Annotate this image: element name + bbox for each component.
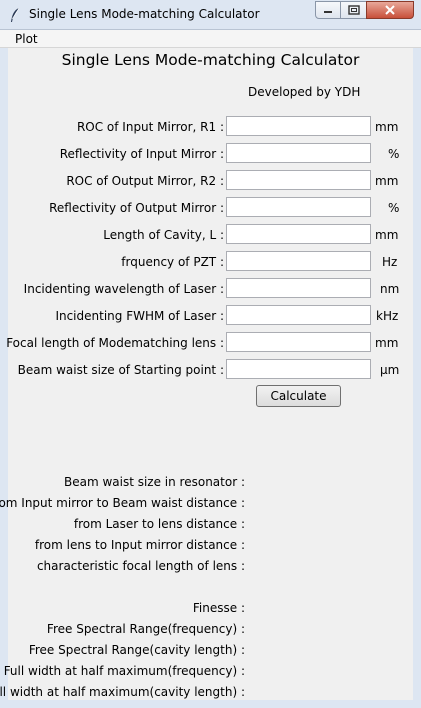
close-icon [385, 5, 395, 15]
maximize-icon [347, 5, 360, 15]
beam-waist-start-field[interactable] [226, 359, 371, 379]
reflectivity-input-field[interactable] [226, 143, 371, 163]
maximize-button[interactable] [340, 1, 367, 19]
minimize-icon [324, 11, 332, 13]
output-laser-to-lens: from Laser to lens distance : [73, 517, 245, 531]
menu-plot[interactable]: Plot [15, 32, 38, 46]
unit-lens-focal-length: mm [375, 336, 399, 350]
label-roc-r1: ROC of Input Mirror, R1 : [76, 120, 224, 134]
cavity-length-field[interactable] [226, 224, 371, 244]
window-title: Single Lens Mode-matching Calculator [29, 7, 260, 21]
unit-beam-waist-start: μm [380, 363, 400, 377]
unit-roc-r1: mm [375, 120, 399, 134]
unit-reflectivity-output: % [388, 201, 400, 215]
app-heading: Single Lens Mode-matching Calculator [61, 51, 360, 69]
label-reflectivity-input: Reflectivity of Input Mirror : [59, 147, 224, 161]
label-roc-r2: ROC of Output Mirror, R2 : [66, 174, 224, 188]
unit-pzt-frequency: Hz [382, 255, 398, 269]
calculate-button[interactable]: Calculate [256, 385, 341, 407]
label-beam-waist-start: Beam waist size of Starting point : [17, 363, 224, 377]
output-beam-waist-resonator: Beam waist size in resonator : [63, 475, 245, 489]
pzt-frequency-field[interactable] [226, 251, 371, 271]
output-lens-to-input-mirror: from lens to Input mirror distance : [34, 538, 245, 552]
unit-laser-wavelength: nm [380, 282, 400, 296]
label-pzt-frequency: frquency of PZT : [121, 255, 224, 269]
feather-icon [11, 7, 20, 22]
unit-reflectivity-input: % [388, 147, 400, 161]
output-fwhm-cavity-length: Full width at half maximum(cavity length… [0, 685, 245, 699]
label-laser-wavelength: Incidenting wavelength of Laser : [23, 282, 224, 296]
lens-focal-length-field[interactable] [226, 332, 371, 352]
reflectivity-output-field[interactable] [226, 197, 371, 217]
minimize-button[interactable] [315, 1, 341, 19]
roc-r1-field[interactable] [226, 116, 371, 136]
output-characteristic-focal-length: characteristic focal length of lens : [36, 559, 245, 573]
laser-wavelength-field[interactable] [226, 278, 371, 298]
label-laser-fwhm: Incidenting FWHM of Laser : [55, 309, 224, 323]
laser-fwhm-field[interactable] [226, 305, 371, 325]
label-reflectivity-output: Reflectivity of Output Mirror : [49, 201, 224, 215]
output-fsr-cavity-length: Free Spectral Range(cavity length) : [28, 643, 245, 657]
output-finesse: Finesse : [192, 601, 245, 615]
unit-roc-r2: mm [375, 174, 399, 188]
unit-laser-fwhm: kHz [376, 309, 399, 323]
close-button[interactable] [366, 1, 414, 19]
label-lens-focal-length: Focal length of Modematching lens : [6, 336, 224, 350]
window-frame-right [413, 30, 421, 708]
window-frame-left [0, 30, 8, 708]
window-frame-bottom [0, 700, 421, 708]
output-fwhm-frequency: Full width at half maximum(frequency) : [3, 664, 245, 678]
title-bar[interactable]: Single Lens Mode-matching Calculator [0, 0, 421, 30]
roc-r2-field[interactable] [226, 170, 371, 190]
output-fsr-frequency: Free Spectral Range(frequency) : [46, 622, 245, 636]
unit-cavity-length: mm [375, 228, 399, 242]
output-input-mirror-to-waist: from Input mirror to Beam waist distance… [0, 496, 245, 510]
menu-bar: Plot [0, 30, 421, 48]
developer-credit: Developed by YDH [248, 85, 361, 99]
label-cavity-length: Length of Cavity, L : [103, 228, 224, 242]
